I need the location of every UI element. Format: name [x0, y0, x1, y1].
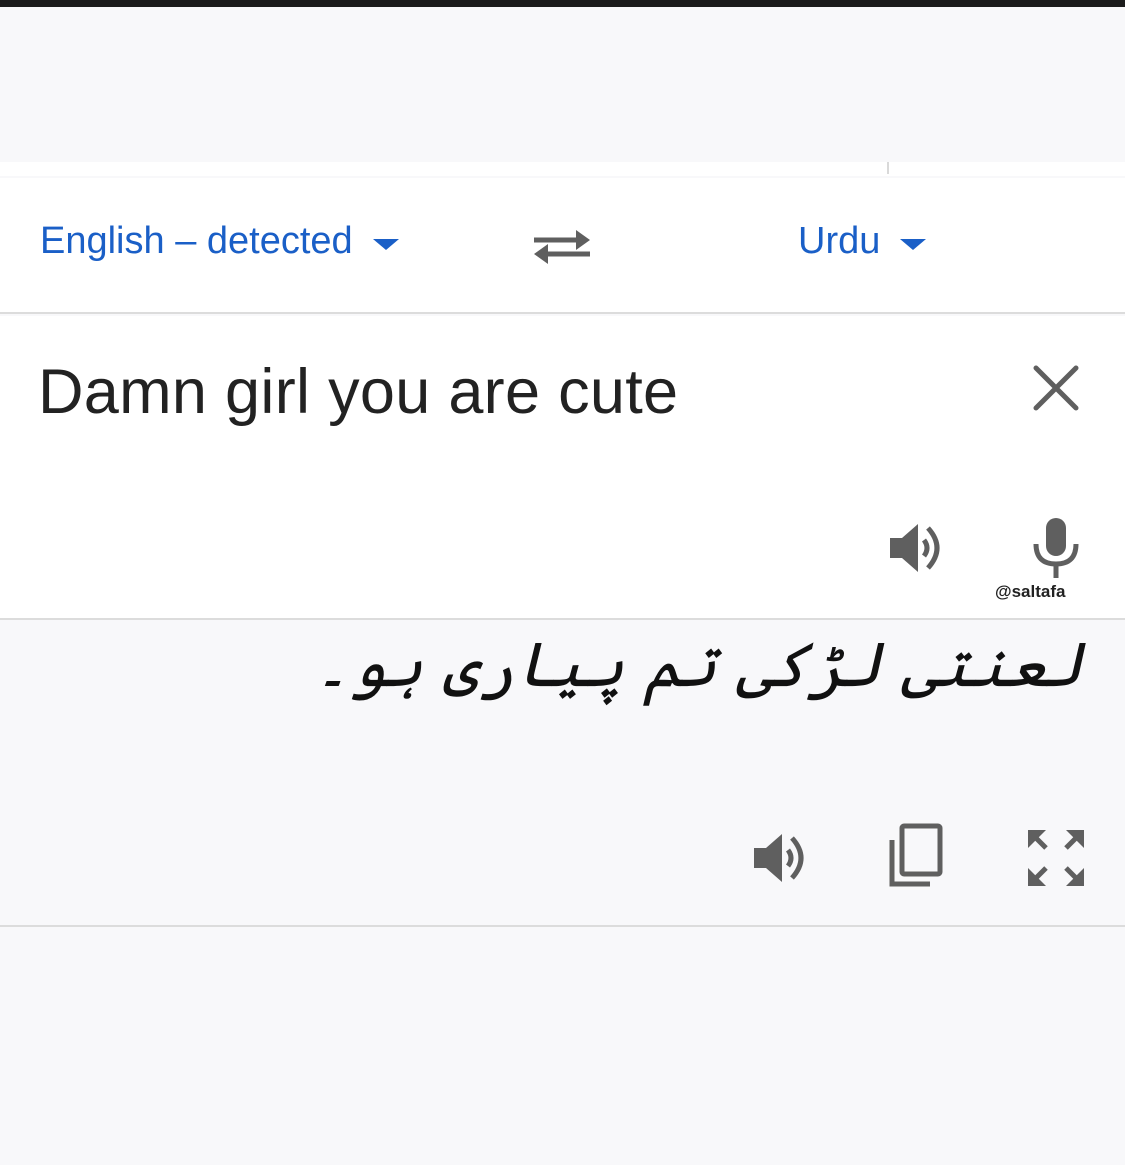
target-language-selector[interactable]: Urdu [798, 220, 927, 263]
source-panel: Damn girl you are cute [0, 316, 1125, 618]
strip-separator [887, 162, 889, 174]
source-text-input[interactable]: Damn girl you are cute [38, 356, 678, 428]
language-bar: English – detected Urdu [0, 178, 1125, 312]
top-strip [0, 162, 1125, 176]
fullscreen-icon[interactable] [1024, 826, 1088, 890]
swap-icon[interactable] [530, 218, 594, 270]
watermark: @saltafa [995, 582, 1066, 601]
copy-icon[interactable] [884, 822, 946, 892]
speaker-icon[interactable] [884, 516, 948, 580]
translation-panel: لعنتی لڑکی تم پیاری ہو۔ [0, 620, 1125, 925]
source-language-label: English – detected [40, 220, 353, 262]
target-language-label: Urdu [798, 220, 881, 262]
close-icon[interactable] [1028, 360, 1084, 416]
divider [0, 925, 1125, 927]
microphone-icon[interactable] [1026, 516, 1086, 582]
source-language-selector[interactable]: English – detected [40, 220, 399, 263]
divider [0, 312, 1125, 314]
speaker-icon[interactable] [748, 826, 812, 890]
top-edge-bar [0, 0, 1125, 7]
dropdown-caret-icon [372, 239, 399, 250]
translation-text: لعنتی لڑکی تم پیاری ہو۔ [313, 628, 1083, 701]
dropdown-caret-icon [900, 239, 927, 250]
